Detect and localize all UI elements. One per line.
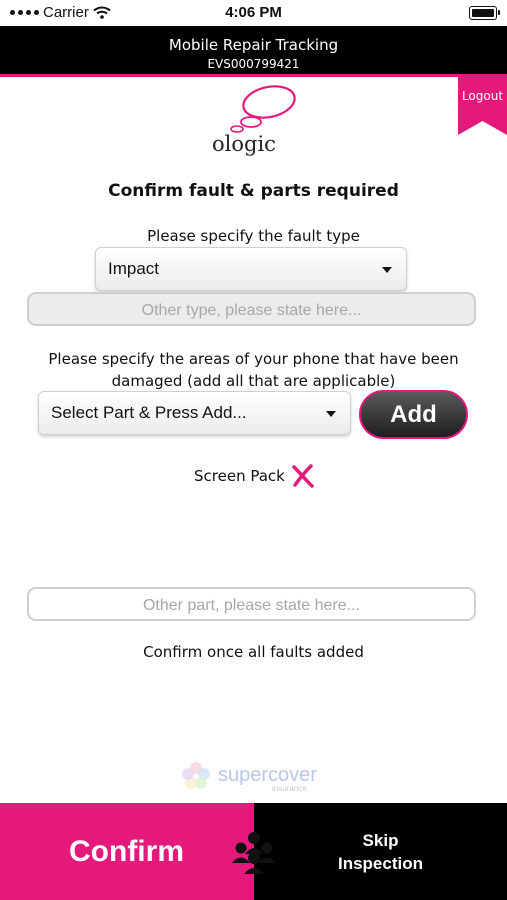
chevron-down-icon	[326, 411, 336, 417]
other-type-placeholder: Other type, please state here...	[141, 302, 362, 319]
part-select[interactable]: Select Part & Press Add...	[38, 391, 351, 435]
supercover-flower-icon	[182, 762, 210, 789]
group-people-icon	[232, 832, 276, 874]
app-header: Mobile Repair Tracking EVS000799421	[0, 26, 507, 77]
part-select-value: Select Part & Press Add...	[51, 403, 247, 422]
confirm-note: Confirm once all faults added	[143, 643, 364, 661]
logout-button[interactable]: Logout	[458, 77, 507, 135]
skip-label-line2: Inspection	[337, 854, 423, 873]
other-part-input[interactable]: Other part, please state here...	[27, 587, 476, 621]
fault-type-select[interactable]: Impact	[95, 247, 407, 291]
confirm-button[interactable]: Confirm	[0, 803, 254, 900]
status-bar: Carrier 4:06 PM	[0, 0, 507, 26]
logout-label: Logout	[461, 89, 504, 103]
remove-part-icon[interactable]	[291, 464, 315, 488]
app-title: Mobile Repair Tracking	[168, 36, 339, 54]
added-part-label: Screen Pack	[194, 467, 285, 485]
page-title: Confirm fault & parts required	[108, 181, 399, 201]
reference-number: EVS000799421	[207, 57, 300, 71]
supercover-sub: insurance	[272, 784, 307, 793]
fault-type-value: Impact	[108, 259, 160, 278]
skip-label-line1: Skip	[362, 831, 399, 850]
battery-icon	[469, 6, 500, 20]
fault-type-label: Please specify the fault type	[147, 227, 360, 245]
supercover-logo: supercover insurance	[180, 760, 330, 796]
ribbon-icon	[458, 77, 507, 135]
clock: 4:06 PM	[225, 4, 282, 21]
added-part-item: Screen Pack	[194, 462, 315, 490]
logo-text: ologic	[212, 132, 276, 156]
add-part-button[interactable]: Add	[359, 390, 468, 439]
skip-inspection-button[interactable]: Skip Inspection	[254, 803, 507, 900]
chevron-down-icon	[382, 267, 392, 273]
confirm-label: Confirm	[69, 835, 184, 868]
other-type-input[interactable]: Other type, please state here...	[27, 292, 476, 326]
other-part-placeholder: Other part, please state here...	[142, 597, 360, 614]
damaged-areas-label: Please specify the areas of your phone t…	[48, 350, 459, 390]
